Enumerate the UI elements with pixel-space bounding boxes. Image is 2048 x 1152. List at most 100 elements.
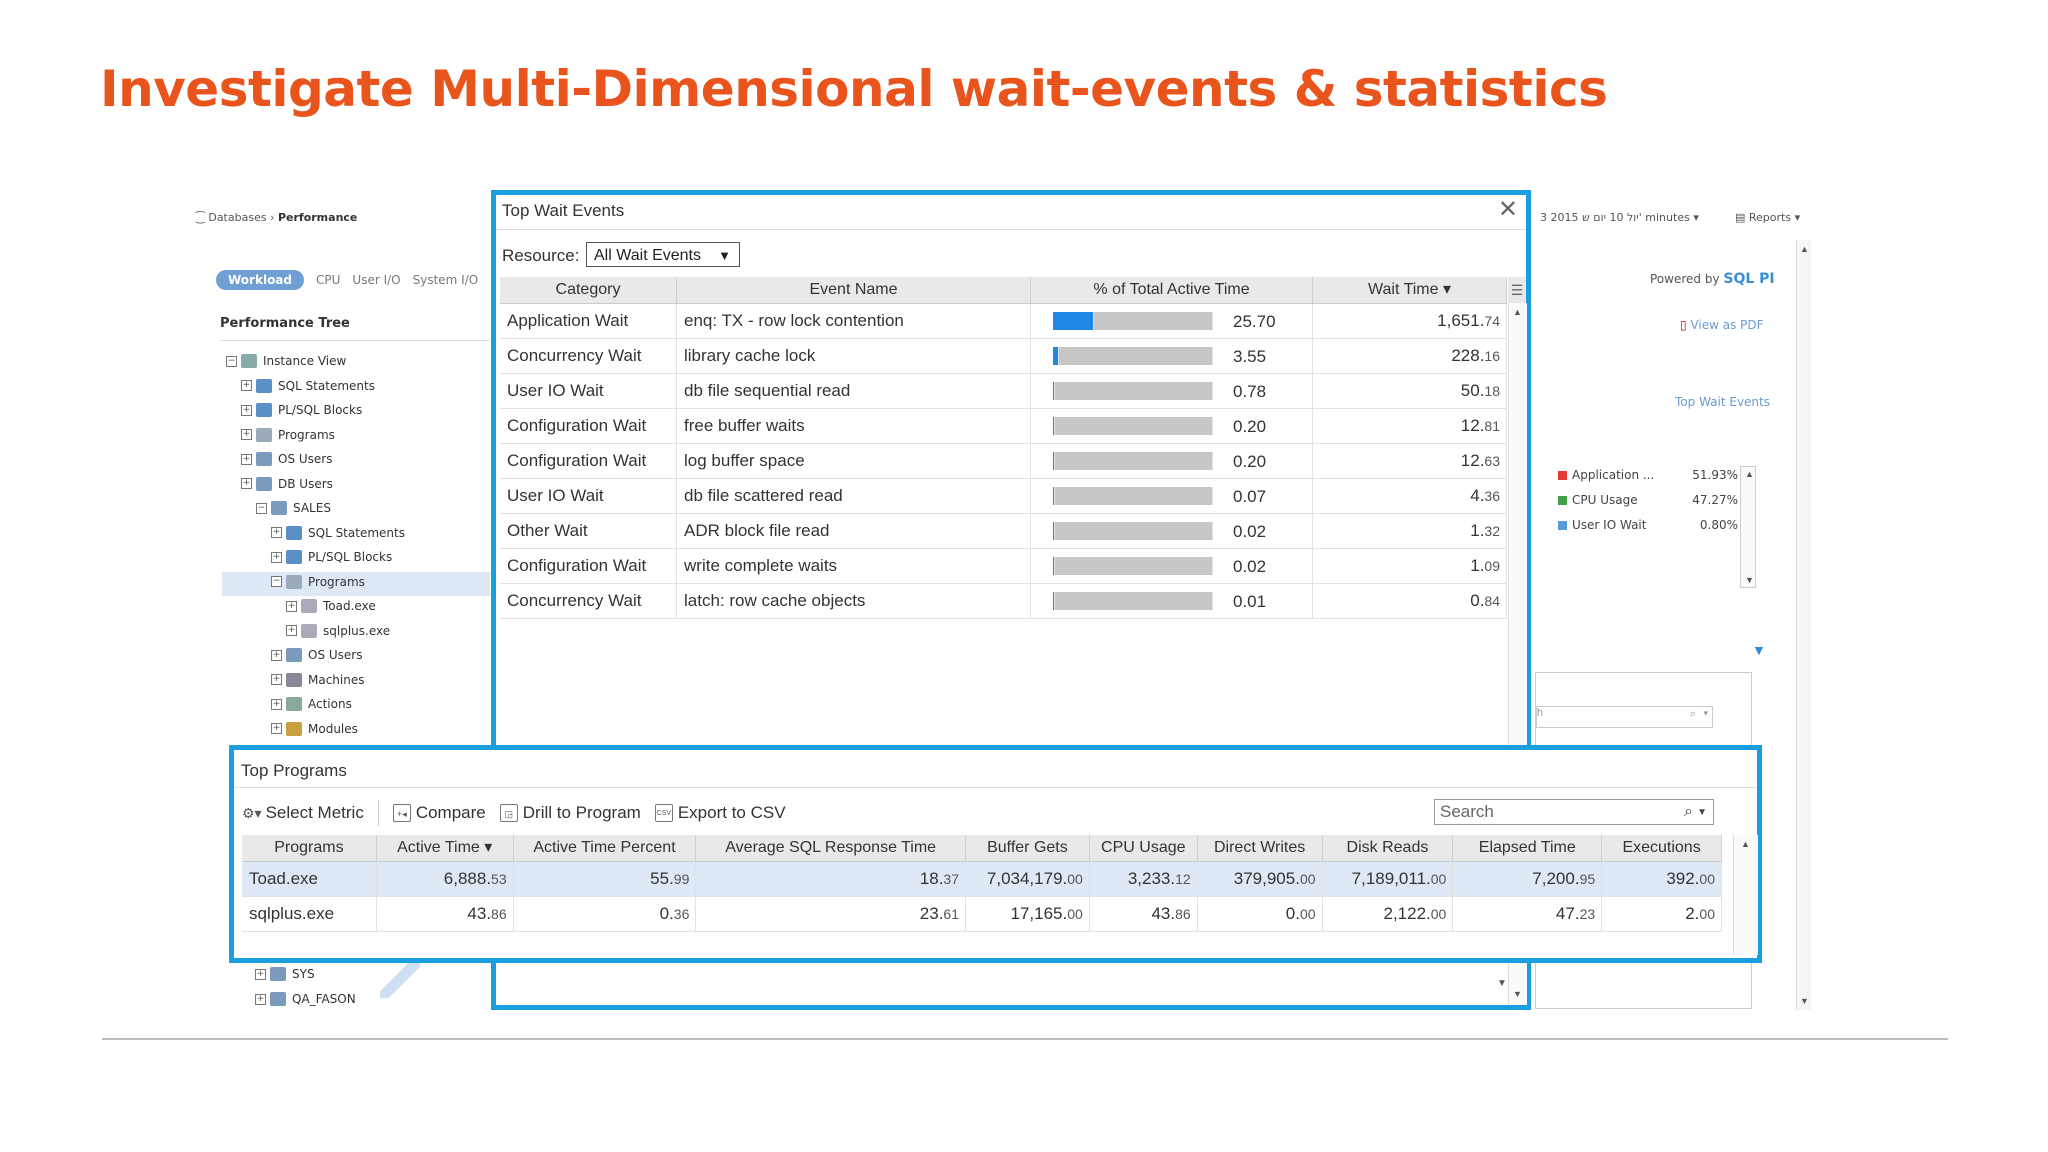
column-header-elapsed-time[interactable]: Elapsed Time bbox=[1453, 835, 1603, 861]
column-header-buffer-gets[interactable]: Buffer Gets bbox=[966, 835, 1090, 861]
column-header-category[interactable]: Category bbox=[500, 277, 677, 303]
tree-item[interactable]: + OS Users bbox=[271, 644, 362, 666]
scroll-down-icon[interactable]: ▼ bbox=[1800, 996, 1809, 1006]
table-row[interactable]: User IO Wait db file sequential read 0.78 5… bbox=[500, 374, 1507, 409]
tree-item[interactable]: + QA_FASON bbox=[255, 988, 356, 1010]
table-row[interactable]: Application Wait enq: TX - row lock conte… bbox=[500, 304, 1507, 339]
filter-icon[interactable]: ▼ bbox=[1752, 642, 1766, 658]
expand-collapse-icon[interactable]: − bbox=[226, 355, 237, 367]
breadcrumb-root[interactable]: Databases bbox=[208, 211, 266, 224]
table-row[interactable]: User IO Wait db file scattered read 0.07 4.… bbox=[500, 479, 1507, 514]
tree-item[interactable]: − Instance View bbox=[226, 350, 346, 372]
compare-button[interactable]: +◂ Compare bbox=[392, 803, 486, 823]
column-header-active-time-percent[interactable]: Active Time Percent bbox=[514, 835, 697, 861]
expand-collapse-icon[interactable]: + bbox=[271, 674, 282, 685]
expand-collapse-icon[interactable]: − bbox=[271, 576, 282, 587]
expand-collapse-icon[interactable]: + bbox=[271, 723, 282, 734]
expand-collapse-icon[interactable]: + bbox=[271, 527, 282, 538]
expand-collapse-icon[interactable]: + bbox=[271, 551, 282, 563]
scroll-up-icon[interactable]: ▲ bbox=[1741, 839, 1750, 849]
column-header-cpu-usage[interactable]: CPU Usage bbox=[1090, 835, 1198, 861]
tree-item[interactable]: + DB Users bbox=[241, 473, 333, 495]
tab-cpu[interactable]: CPU bbox=[316, 273, 340, 287]
column-header-pct-active-time[interactable]: % of Total Active Time bbox=[1031, 277, 1313, 303]
tab-system-io[interactable]: System I/O bbox=[413, 273, 479, 287]
tab-user-io[interactable]: User I/O bbox=[352, 273, 400, 287]
programs-scrollbar[interactable]: ▲ bbox=[1733, 835, 1758, 955]
resource-select[interactable]: All Wait Events ▼ bbox=[586, 242, 740, 267]
legend-item[interactable]: User IO Wait 0.80% bbox=[1558, 518, 1738, 532]
close-icon[interactable]: ✕ bbox=[1498, 195, 1518, 224]
table-row[interactable]: Other Wait ADR block file read 0.02 1.32 bbox=[500, 514, 1507, 549]
tree-item[interactable]: + SYS bbox=[255, 963, 315, 985]
column-header-disk-reads[interactable]: Disk Reads bbox=[1323, 835, 1454, 861]
chevron-down-icon[interactable]: ▼ bbox=[1697, 801, 1707, 825]
expand-collapse-icon[interactable]: + bbox=[271, 698, 282, 710]
tree-item[interactable]: − SALES bbox=[256, 497, 331, 519]
top-wait-events-link[interactable]: Top Wait Events bbox=[1675, 395, 1770, 409]
drill-to-program-button[interactable]: ◲ Drill to Program bbox=[499, 803, 641, 823]
expand-collapse-icon[interactable]: + bbox=[241, 404, 252, 416]
scroll-down-icon[interactable]: ▼ bbox=[1513, 989, 1522, 999]
expand-collapse-icon[interactable]: − bbox=[256, 502, 267, 514]
cell-decimal: 37 bbox=[943, 871, 959, 887]
table-row[interactable]: sqlplus.exe 43.86 0.36 23.61 17,165.00 43.86 0… bbox=[242, 897, 1722, 932]
search-icon[interactable]: ⌕ bbox=[1684, 800, 1693, 824]
column-settings-icon[interactable]: ☰ bbox=[1508, 277, 1526, 303]
tree-item[interactable]: + Programs bbox=[241, 424, 335, 446]
legend-item[interactable]: Application ... 51.93% bbox=[1558, 468, 1738, 482]
time-range-selector[interactable]: 3 2015 יול 10 יום ש' minutes ▾ bbox=[1540, 211, 1699, 224]
tree-item[interactable]: + OS Users bbox=[241, 448, 332, 470]
table-row[interactable]: Toad.exe 6,888.53 55.99 18.37 7,034,179.00 3,… bbox=[242, 862, 1722, 897]
expand-collapse-icon[interactable]: + bbox=[271, 649, 282, 661]
column-header-wait-time[interactable]: Wait Time ▾ bbox=[1313, 277, 1507, 303]
expand-collapse-icon[interactable]: + bbox=[286, 600, 297, 612]
tree-item[interactable]: + SQL Statements bbox=[271, 522, 405, 544]
tree-item[interactable]: + Modules bbox=[271, 718, 358, 740]
column-header-executions[interactable]: Executions bbox=[1602, 835, 1722, 861]
scroll-up-icon[interactable]: ▲ bbox=[1513, 307, 1522, 317]
expand-collapse-icon[interactable]: + bbox=[286, 625, 297, 636]
column-header-active-time[interactable]: Active Time ▾ bbox=[377, 835, 514, 861]
scroll-up-icon[interactable]: ▲ bbox=[1745, 469, 1754, 479]
wait-time-cell: 12.63 bbox=[1313, 444, 1507, 478]
scroll-down-icon[interactable]: ▼ bbox=[1497, 978, 1507, 989]
tree-item[interactable]: + sqlplus.exe bbox=[286, 620, 390, 642]
legend-scrollbar[interactable]: ▲ ▼ bbox=[1740, 466, 1756, 588]
table-row[interactable]: Configuration Wait log buffer space 0.20 12… bbox=[500, 444, 1507, 479]
tree-item[interactable]: + Actions bbox=[271, 693, 352, 715]
tree-item[interactable]: + Machines bbox=[271, 669, 364, 691]
tree-item[interactable]: + PL/SQL Blocks bbox=[241, 399, 362, 421]
page-scrollbar[interactable]: ▲ ▼ bbox=[1796, 240, 1811, 1010]
tree-item[interactable]: + Toad.exe bbox=[286, 595, 376, 617]
reports-menu[interactable]: ▤ Reports ▾ bbox=[1735, 211, 1800, 224]
select-metric-button[interactable]: ⚙▾ Select Metric bbox=[242, 803, 364, 823]
column-header-direct-writes[interactable]: Direct Writes bbox=[1198, 835, 1323, 861]
background-search-input[interactable]: h ⌕ ▾ bbox=[1536, 706, 1713, 728]
table-row[interactable]: Configuration Wait write complete waits 0.… bbox=[500, 549, 1507, 584]
table-row[interactable]: Configuration Wait free buffer waits 0.20 1… bbox=[500, 409, 1507, 444]
expand-collapse-icon[interactable]: + bbox=[241, 380, 252, 391]
expand-collapse-icon[interactable]: + bbox=[255, 968, 266, 980]
table-row[interactable]: Concurrency Wait latch: row cache objects… bbox=[500, 584, 1507, 619]
tree-item[interactable]: + SQL Statements bbox=[241, 375, 375, 397]
metric-gear-icon: ⚙▾ bbox=[242, 804, 262, 821]
column-header-programs[interactable]: Programs bbox=[242, 835, 377, 861]
scroll-down-icon[interactable]: ▼ bbox=[1745, 575, 1754, 585]
dialog-title: Top Wait Events bbox=[502, 201, 625, 220]
tree-item[interactable]: − Programs bbox=[271, 571, 365, 593]
expand-collapse-icon[interactable]: + bbox=[241, 478, 252, 489]
legend-item[interactable]: CPU Usage 47.27% bbox=[1558, 493, 1738, 507]
table-row[interactable]: Concurrency Wait library cache lock 3.55 22… bbox=[500, 339, 1507, 374]
search-input[interactable]: Search ⌕ ▼ bbox=[1434, 799, 1714, 825]
expand-collapse-icon[interactable]: + bbox=[241, 453, 252, 465]
tab-workload[interactable]: Workload bbox=[216, 270, 304, 290]
tree-item[interactable]: + PL/SQL Blocks bbox=[271, 546, 392, 568]
export-csv-button[interactable]: CSV Export to CSV bbox=[654, 803, 786, 823]
expand-collapse-icon[interactable]: + bbox=[241, 429, 252, 440]
expand-collapse-icon[interactable]: + bbox=[255, 993, 266, 1005]
scroll-up-icon[interactable]: ▲ bbox=[1800, 244, 1809, 254]
column-header-event-name[interactable]: Event Name bbox=[677, 277, 1031, 303]
column-header-avg-sql-response-time[interactable]: Average SQL Response Time bbox=[696, 835, 967, 861]
view-as-pdf-link[interactable]: ▯ View as PDF bbox=[1680, 318, 1764, 332]
